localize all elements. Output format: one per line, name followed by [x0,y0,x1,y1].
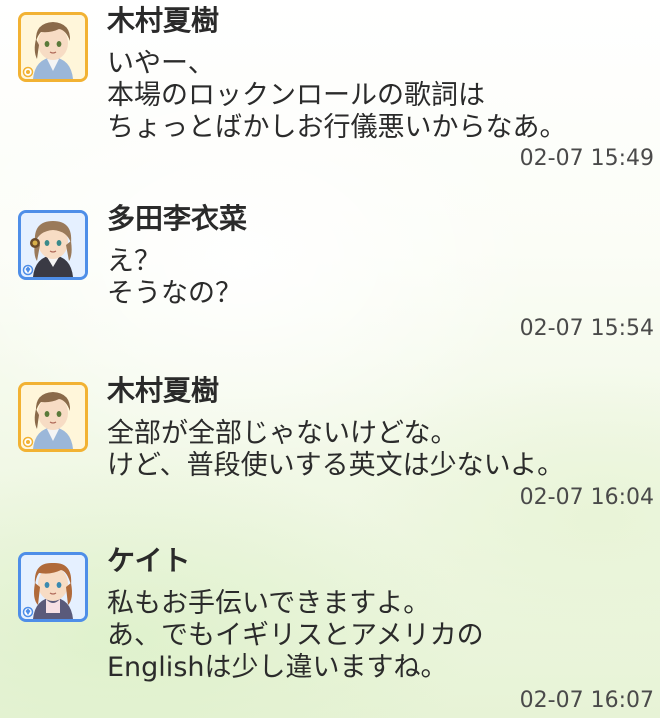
message-timestamp: 02-07 16:07 [519,688,654,713]
message-line: あ、でもイギリスとアメリカの [107,620,484,651]
chat-log[interactable]: 木村夏樹 いやー、 本場のロックンロールの歌詞は ちょっとばかしお行儀悪いからな… [0,0,660,718]
message-line: 私もお手伝いできますよ。 [107,588,431,619]
message-line: そうなの？ [107,278,242,309]
sun-badge-icon [22,436,34,448]
avatar[interactable] [18,552,88,622]
message-timestamp: 02-07 16:04 [519,485,654,510]
avatar[interactable] [18,12,88,82]
chat-message: 木村夏樹 全部が全部じゃないけどな。 けど、普段使いする英文は少ないよ。 02-… [0,370,660,520]
diamond-badge-icon [22,606,34,618]
message-line: Englishは少し違いますね。 [107,652,448,683]
message-line: え？ [107,246,161,277]
message-line: ちょっとばかしお行儀悪いからなあ。 [107,112,567,143]
message-line: いやー、 [107,48,215,79]
avatar[interactable] [18,210,88,280]
sender-name: 木村夏樹 [107,4,220,37]
sender-name: 木村夏樹 [107,374,220,407]
message-timestamp: 02-07 15:49 [519,146,654,171]
message-line: 全部が全部じゃないけどな。 [107,418,458,449]
sender-name: 多田李衣菜 [107,202,248,235]
message-line: けど、普段使いする英文は少ないよ。 [107,450,565,481]
sun-badge-icon [22,66,34,78]
chat-message: 木村夏樹 いやー、 本場のロックンロールの歌詞は ちょっとばかしお行儀悪いからな… [0,0,660,178]
avatar[interactable] [18,382,88,452]
diamond-badge-icon [22,264,34,276]
sender-name: ケイト [107,544,191,577]
message-timestamp: 02-07 15:54 [519,316,654,341]
chat-message: 多田李衣菜 え？ そうなの？ 02-07 15:54 [0,198,660,348]
chat-message: ケイト 私もお手伝いできますよ。 あ、でもイギリスとアメリカの Englishは… [0,540,660,718]
message-line: 本場のロックンロールの歌詞は [107,80,485,111]
